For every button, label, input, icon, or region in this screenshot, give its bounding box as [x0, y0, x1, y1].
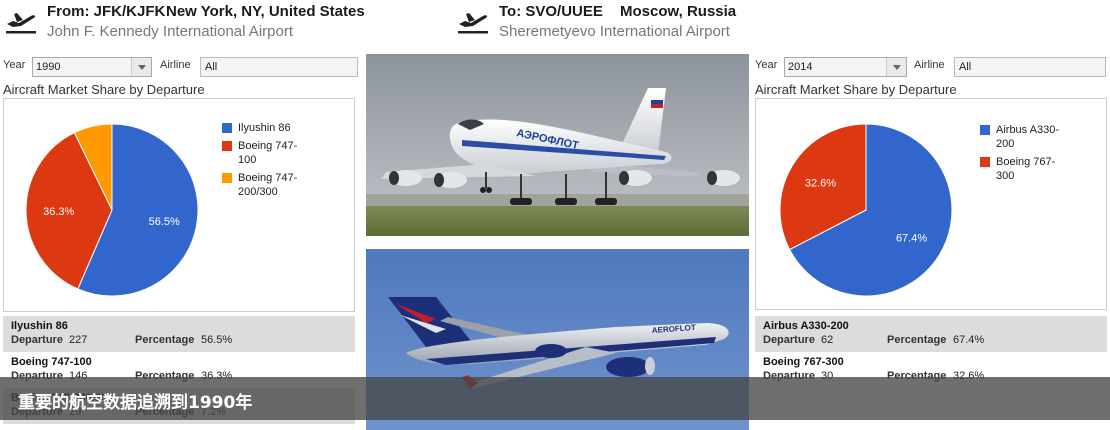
legend-swatch: [980, 125, 990, 135]
airline-field-value: All: [205, 61, 218, 73]
chart-legend: Airbus A330-200 Boeing 767-300: [980, 123, 1070, 187]
stat-aircraft-name: Boeing 747-100: [11, 356, 92, 368]
chart-title: Aircraft Market Share by Departure: [755, 82, 957, 97]
legend-item[interactable]: Boeing 747-200/300: [222, 171, 312, 199]
year-select-value: 1990: [36, 61, 61, 73]
chevron-down-icon[interactable]: [886, 58, 906, 76]
legend-label: Boeing 747-100: [238, 140, 298, 166]
airline-field[interactable]: All: [954, 57, 1106, 77]
left-market-share-panel: Year 1990 Airline All Aircraft Market Sh…: [0, 54, 360, 430]
year-select[interactable]: 1990: [32, 57, 152, 77]
stat-aircraft-name: Airbus A330-200: [763, 320, 849, 332]
departure-value: 227: [69, 334, 88, 346]
legend-swatch: [222, 123, 232, 133]
right-market-share-panel: Year 2014 Airline All Aircraft Market Sh…: [752, 54, 1110, 430]
year-select-value: 2014: [788, 61, 813, 73]
aeroflot-ilyushin-86-photo: АЭРОФЛОТ: [366, 54, 749, 236]
airline-field-value: All: [959, 61, 972, 73]
airline-field[interactable]: All: [200, 57, 358, 77]
chart-legend: Ilyushin 86 Boeing 747-100 Boeing 747-200/…: [222, 121, 312, 203]
year-select[interactable]: 2014: [784, 57, 907, 77]
legend-item[interactable]: Boeing 747-100: [222, 139, 312, 167]
origin-header: From: JFK/KJFK New York, NY, United Stat…: [0, 0, 440, 46]
chevron-down-icon[interactable]: [131, 58, 151, 76]
destination-code: To: SVO/UUEE: [499, 3, 603, 20]
origin-code: From: JFK/KJFK: [47, 3, 166, 20]
destination-airport-name: Sheremetyevo International Airport: [499, 23, 730, 40]
slice-data-label: 67.4%: [896, 233, 927, 245]
pie-chart: 56.5% 36.3% Ilyushin 86 Boeing 747-100 Boei…: [3, 98, 355, 312]
airline-label: Airline: [914, 59, 945, 71]
year-label: Year: [755, 59, 778, 71]
pie-chart: 67.4% 32.6% Airbus A330-200 Boeing 767-300: [755, 98, 1107, 310]
stat-values: Departure 62 Percentage 67.4%: [763, 334, 1099, 350]
percentage-label: Percentage: [135, 334, 195, 346]
legend-label: Airbus A330-200: [996, 124, 1059, 150]
destination-header: To: SVO/UUEE Moscow, Russia Sheremetyevo…: [452, 0, 782, 46]
origin-city: New York, NY, United States: [166, 3, 365, 20]
legend-label: Boeing 767-300: [996, 156, 1056, 182]
legend-swatch: [222, 173, 232, 183]
stat-values: Departure 227 Percentage 56.5%: [11, 334, 347, 350]
legend-item[interactable]: Airbus A330-200: [980, 123, 1070, 151]
chart-title: Aircraft Market Share by Departure: [3, 82, 205, 97]
legend-item[interactable]: Ilyushin 86: [222, 121, 312, 135]
legend-item[interactable]: Boeing 767-300: [980, 155, 1070, 183]
filter-row: Year 1990 Airline All: [3, 57, 363, 79]
departure-value: 62: [821, 334, 834, 346]
airline-label: Airline: [160, 59, 191, 71]
slice-data-label: 32.6%: [805, 177, 836, 189]
year-label: Year: [3, 59, 26, 71]
legend-label: Ilyushin 86: [238, 122, 291, 134]
stat-block: Ilyushin 86 Departure 227 Percentage 56.5%: [3, 316, 355, 352]
stat-aircraft-name: Boeing 767-300: [763, 356, 844, 368]
percentage-value: 56.5%: [201, 334, 233, 346]
legend-label: Boeing 747-200/300: [238, 172, 298, 198]
stat-block: Airbus A330-200 Departure 62 Percentage 67.4…: [755, 316, 1107, 352]
percentage-label: Percentage: [887, 334, 947, 346]
legend-swatch: [980, 157, 990, 167]
caption-bar: 重要的航空数据追溯到1990年: [0, 377, 1110, 420]
stat-aircraft-name: Ilyushin 86: [11, 320, 68, 332]
origin-airport-name: John F. Kennedy International Airport: [47, 23, 293, 40]
caption-text: 重要的航空数据追溯到1990年: [18, 393, 253, 413]
slice-data-label: 36.3%: [43, 206, 74, 218]
takeoff-plane-icon: [456, 2, 490, 36]
legend-swatch: [222, 141, 232, 151]
departure-label: Departure: [763, 334, 815, 346]
destination-city: Moscow, Russia: [620, 3, 737, 20]
slice-data-label: 56.5%: [149, 216, 180, 228]
departure-label: Departure: [11, 334, 63, 346]
filter-row: Year 2014 Airline All: [755, 57, 1110, 79]
percentage-value: 67.4%: [953, 334, 985, 346]
takeoff-plane-icon: [4, 2, 38, 36]
